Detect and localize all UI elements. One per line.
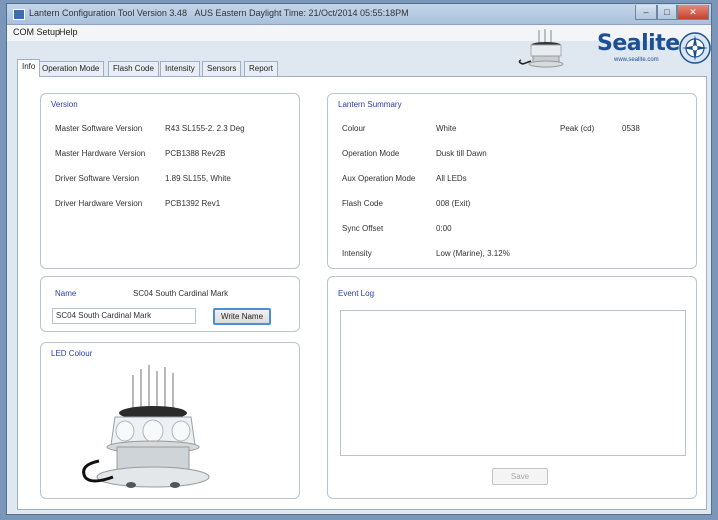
tab-operation-mode[interactable]: Operation Mode [37,61,105,76]
name-value: SC04 South Cardinal Mark [133,289,229,298]
sync-offset-label: Sync Offset [342,224,384,233]
driver-software-label: Driver Software Version [55,174,140,183]
flash-code-value: 008 (Exit) [436,199,471,208]
colour-label: Colour [342,124,366,133]
intensity-value: Low (Marine), 3.12% [436,249,510,258]
driver-hardware-label: Driver Hardware Version [55,199,143,208]
flash-code-label: Flash Code [342,199,383,208]
app-icon [13,9,25,20]
write-name-button[interactable]: Write Name [213,308,271,325]
name-panel: Name SC04 South Cardinal Mark SC04 South… [40,276,300,332]
driver-software-value: 1.89 SL155, White [165,174,231,183]
name-label: Name [55,289,77,298]
lantern-thumbnail-icon [518,29,564,68]
tab-intensity[interactable]: Intensity [160,61,200,76]
minimize-icon: – [643,7,649,17]
event-log-panel: Event Log Save [327,276,697,499]
menu-help[interactable]: Help [59,27,78,37]
sync-offset-value: 0:00 [436,224,452,233]
compass-emblem-icon [679,32,711,64]
intensity-label: Intensity [342,249,372,258]
menu-com-setup[interactable]: COM Setup [13,27,60,37]
aux-operation-mode-value: All LEDs [436,174,467,183]
led-colour-title: LED Colour [51,349,93,358]
master-software-value: R43 SL155-2. 2.3 Deg [165,124,245,133]
led-colour-panel: LED Colour [40,342,300,499]
master-hardware-label: Master Hardware Version [55,149,146,158]
operation-mode-value: Dusk till Dawn [436,149,487,158]
master-hardware-value: PCB1388 Rev2B [165,149,226,158]
tab-info[interactable]: Info [17,59,41,77]
brand-logo: Sealite [597,31,680,56]
event-log-textarea[interactable] [340,310,686,456]
app-window: Lantern Configuration Tool Version 3.48 … [6,3,712,515]
lantern-summary-panel: Lantern Summary Colour White Peak (cd) 0… [327,93,697,269]
clock-text: AUS Eastern Daylight Time: 21/Oct/2014 0… [194,8,409,18]
lantern-image-icon [82,365,210,488]
lantern-summary-title: Lantern Summary [338,100,402,109]
minimize-button[interactable]: – [635,5,657,20]
close-button[interactable]: ✕ [677,5,709,20]
event-log-title: Event Log [338,289,375,298]
title-bar[interactable]: Lantern Configuration Tool Version 3.48 … [7,4,711,25]
save-button[interactable]: Save [492,468,548,485]
maximize-button[interactable]: □ [657,5,677,20]
window-title: Lantern Configuration Tool Version 3.48 … [29,8,409,18]
name-input[interactable]: SC04 South Cardinal Mark [52,308,196,324]
peak-label: Peak (cd) [560,124,595,133]
tab-flash-code[interactable]: Flash Code [108,61,159,76]
operation-mode-label: Operation Mode [342,149,400,158]
tab-sensors[interactable]: Sensors [202,61,242,76]
master-software-label: Master Software Version [55,124,143,133]
close-icon: ✕ [689,7,697,17]
colour-value: White [436,124,457,133]
version-title: Version [51,100,78,109]
aux-operation-mode-label: Aux Operation Mode [342,174,416,183]
tab-report[interactable]: Report [244,61,279,76]
app-title-text: Lantern Configuration Tool Version 3.48 [29,8,187,18]
peak-value: 0538 [622,124,640,133]
info-tab-content: Version Master Software Version R43 SL15… [17,76,707,510]
driver-hardware-value: PCB1392 Rev1 [165,199,221,208]
maximize-icon: □ [664,7,670,17]
version-panel: Version Master Software Version R43 SL15… [40,93,300,269]
brand-url: www.sealite.com [614,57,659,63]
